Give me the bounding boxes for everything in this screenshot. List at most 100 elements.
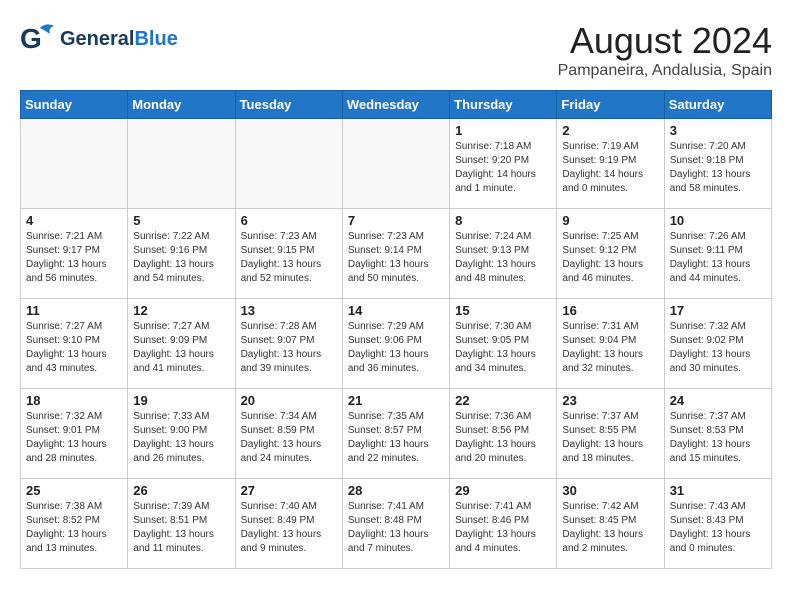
calendar-cell [235, 119, 342, 209]
day-number: 20 [241, 393, 337, 408]
day-number: 3 [670, 123, 766, 138]
day-number: 11 [26, 303, 122, 318]
calendar-cell: 2 Sunrise: 7:19 AMSunset: 9:19 PMDaylight… [557, 119, 664, 209]
calendar-cell: 12 Sunrise: 7:27 AMSunset: 9:09 PMDayligh… [128, 299, 235, 389]
day-number: 2 [562, 123, 658, 138]
week-row-1: 1 Sunrise: 7:18 AMSunset: 9:20 PMDaylight… [21, 119, 772, 209]
week-row-5: 25Sunrise: 7:38 AMSunset: 8:52 PMDayligh… [21, 479, 772, 569]
calendar-cell: 19Sunrise: 7:33 AMSunset: 9:00 PMDayligh… [128, 389, 235, 479]
calendar-cell [342, 119, 449, 209]
day-info: Sunrise: 7:35 AMSunset: 8:57 PMDaylight:… [348, 410, 444, 466]
day-info: Sunrise: 7:23 AMSunset: 9:15 PMDaylight:… [241, 230, 337, 286]
calendar-cell: 22Sunrise: 7:36 AMSunset: 8:56 PMDayligh… [450, 389, 557, 479]
col-header-wednesday: Wednesday [342, 91, 449, 119]
day-info: Sunrise: 7:19 AMSunset: 9:19 PMDaylight:… [562, 140, 658, 196]
day-number: 30 [562, 483, 658, 498]
calendar-subtitle: Pampaneira, Andalusia, Spain [558, 62, 772, 80]
col-header-saturday: Saturday [664, 91, 771, 119]
day-number: 27 [241, 483, 337, 498]
col-header-sunday: Sunday [21, 91, 128, 119]
calendar-cell [128, 119, 235, 209]
calendar-cell [21, 119, 128, 209]
calendar-cell: 28 Sunrise: 7:41 AMSunset: 8:48 PMDayligh… [342, 479, 449, 569]
logo-icon: G [20, 20, 58, 58]
day-info: Sunrise: 7:26 AMSunset: 9:11 PMDaylight:… [670, 230, 766, 286]
day-number: 5 [133, 213, 229, 228]
calendar-cell: 9 Sunrise: 7:25 AMSunset: 9:12 PMDaylight… [557, 209, 664, 299]
day-number: 6 [241, 213, 337, 228]
day-info: Sunrise: 7:40 AMSunset: 8:49 PMDaylight:… [241, 500, 337, 556]
calendar-cell: 18 Sunrise: 7:32 AMSunset: 9:01 PMDayligh… [21, 389, 128, 479]
day-info: Sunrise: 7:37 AMSunset: 8:55 PMDaylight:… [562, 410, 658, 466]
day-number: 14 [348, 303, 444, 318]
day-info: Sunrise: 7:20 AMSunset: 9:18 PMDaylight:… [670, 140, 766, 196]
day-number: 16 [562, 303, 658, 318]
calendar-cell: 20 Sunrise: 7:34 AMSunset: 8:59 PMDayligh… [235, 389, 342, 479]
calendar-cell: 23 Sunrise: 7:37 AMSunset: 8:55 PMDayligh… [557, 389, 664, 479]
calendar-cell: 7 Sunrise: 7:23 AMSunset: 9:14 PMDaylight… [342, 209, 449, 299]
day-number: 26 [133, 483, 229, 498]
day-number: 28 [348, 483, 444, 498]
calendar-cell: 13Sunrise: 7:28 AMSunset: 9:07 PMDayligh… [235, 299, 342, 389]
day-number: 21 [348, 393, 444, 408]
col-header-friday: Friday [557, 91, 664, 119]
day-number: 24 [670, 393, 766, 408]
day-number: 12 [133, 303, 229, 318]
day-info: Sunrise: 7:22 AMSunset: 9:16 PMDaylight:… [133, 230, 229, 286]
col-header-monday: Monday [128, 91, 235, 119]
day-number: 10 [670, 213, 766, 228]
day-info: Sunrise: 7:24 AMSunset: 9:13 PMDaylight:… [455, 230, 551, 286]
day-info: Sunrise: 7:27 AMSunset: 9:09 PMDaylight:… [133, 320, 229, 376]
day-info: Sunrise: 7:30 AMSunset: 9:05 PMDaylight:… [455, 320, 551, 376]
calendar-cell: 8 Sunrise: 7:24 AMSunset: 9:13 PMDaylight… [450, 209, 557, 299]
day-info: Sunrise: 7:28 AMSunset: 9:07 PMDaylight:… [241, 320, 337, 376]
calendar-cell: 31Sunrise: 7:43 AMSunset: 8:43 PMDayligh… [664, 479, 771, 569]
header: G GeneralBlue August 2024 Pampaneira, An… [20, 20, 772, 80]
day-info: Sunrise: 7:29 AMSunset: 9:06 PMDaylight:… [348, 320, 444, 376]
title-area: August 2024 Pampaneira, Andalusia, Spain [558, 20, 772, 80]
day-info: Sunrise: 7:31 AMSunset: 9:04 PMDaylight:… [562, 320, 658, 376]
calendar-cell: 27 Sunrise: 7:40 AMSunset: 8:49 PMDayligh… [235, 479, 342, 569]
day-number: 15 [455, 303, 551, 318]
day-number: 8 [455, 213, 551, 228]
calendar-cell: 11 Sunrise: 7:27 AMSunset: 9:10 PMDayligh… [21, 299, 128, 389]
day-number: 1 [455, 123, 551, 138]
calendar-title: August 2024 [558, 20, 772, 62]
svg-text:G: G [20, 23, 42, 54]
logo-general: General [60, 28, 134, 50]
day-info: Sunrise: 7:32 AMSunset: 9:02 PMDaylight:… [670, 320, 766, 376]
day-info: Sunrise: 7:41 AMSunset: 8:48 PMDaylight:… [348, 500, 444, 556]
day-info: Sunrise: 7:33 AMSunset: 9:00 PMDaylight:… [133, 410, 229, 466]
day-info: Sunrise: 7:23 AMSunset: 9:14 PMDaylight:… [348, 230, 444, 286]
day-info: Sunrise: 7:18 AMSunset: 9:20 PMDaylight:… [455, 140, 551, 196]
day-info: Sunrise: 7:34 AMSunset: 8:59 PMDaylight:… [241, 410, 337, 466]
day-number: 9 [562, 213, 658, 228]
day-info: Sunrise: 7:21 AMSunset: 9:17 PMDaylight:… [26, 230, 122, 286]
day-number: 18 [26, 393, 122, 408]
calendar-cell: 29Sunrise: 7:41 AMSunset: 8:46 PMDayligh… [450, 479, 557, 569]
day-number: 7 [348, 213, 444, 228]
day-number: 23 [562, 393, 658, 408]
day-info: Sunrise: 7:39 AMSunset: 8:51 PMDaylight:… [133, 500, 229, 556]
day-number: 31 [670, 483, 766, 498]
calendar-cell: 3 Sunrise: 7:20 AMSunset: 9:18 PMDaylight… [664, 119, 771, 209]
calendar-cell: 17 Sunrise: 7:32 AMSunset: 9:02 PMDayligh… [664, 299, 771, 389]
day-number: 29 [455, 483, 551, 498]
day-number: 17 [670, 303, 766, 318]
day-info: Sunrise: 7:42 AMSunset: 8:45 PMDaylight:… [562, 500, 658, 556]
week-row-2: 4Sunrise: 7:21 AMSunset: 9:17 PMDaylight… [21, 209, 772, 299]
calendar-cell: 10 Sunrise: 7:26 AMSunset: 9:11 PMDayligh… [664, 209, 771, 299]
day-info: Sunrise: 7:25 AMSunset: 9:12 PMDaylight:… [562, 230, 658, 286]
calendar-table: SundayMondayTuesdayWednesdayThursdayFrid… [20, 90, 772, 569]
calendar-cell: 15 Sunrise: 7:30 AMSunset: 9:05 PMDayligh… [450, 299, 557, 389]
calendar-cell: 16 Sunrise: 7:31 AMSunset: 9:04 PMDayligh… [557, 299, 664, 389]
calendar-cell: 5 Sunrise: 7:22 AMSunset: 9:16 PMDaylight… [128, 209, 235, 299]
calendar-cell: 4Sunrise: 7:21 AMSunset: 9:17 PMDaylight… [21, 209, 128, 299]
day-info: Sunrise: 7:36 AMSunset: 8:56 PMDaylight:… [455, 410, 551, 466]
calendar-cell: 30 Sunrise: 7:42 AMSunset: 8:45 PMDayligh… [557, 479, 664, 569]
calendar-cell: 21 Sunrise: 7:35 AMSunset: 8:57 PMDayligh… [342, 389, 449, 479]
day-info: Sunrise: 7:32 AMSunset: 9:01 PMDaylight:… [26, 410, 122, 466]
day-info: Sunrise: 7:27 AMSunset: 9:10 PMDaylight:… [26, 320, 122, 376]
logo-blue: Blue [134, 28, 177, 50]
week-row-4: 18 Sunrise: 7:32 AMSunset: 9:01 PMDayligh… [21, 389, 772, 479]
